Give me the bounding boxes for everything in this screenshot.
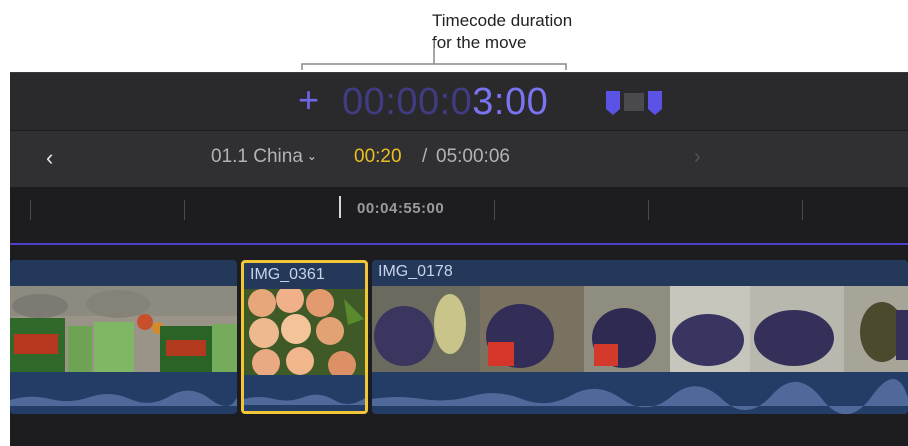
callout-bracket xyxy=(301,40,567,70)
playhead[interactable] xyxy=(339,196,341,218)
timeline-clip[interactable] xyxy=(10,260,237,414)
timeline-ruler[interactable]: 00:04:55:00 xyxy=(10,188,908,228)
chevron-right-icon[interactable]: › xyxy=(694,146,701,169)
vegetables-thumbnail xyxy=(10,286,237,372)
timeline-clip[interactable]: IMG_0178 xyxy=(372,260,908,414)
chevron-down-icon: ⌄ xyxy=(306,149,317,163)
peaches-thumbnail xyxy=(244,289,365,375)
clip-thumbnails xyxy=(372,286,908,372)
chevron-left-icon[interactable]: ‹ xyxy=(46,145,66,170)
timecode-value[interactable]: 00:00:03:00 xyxy=(342,81,548,124)
clip-thumbnails xyxy=(244,289,365,375)
callout-annotation: Timecode duration for the move xyxy=(0,0,908,72)
ruler-tick xyxy=(648,200,649,220)
timecode-separator: / xyxy=(422,146,428,167)
timecode-entry-bar[interactable]: + 00:00:03:00 xyxy=(10,72,908,131)
move-clip-icon xyxy=(606,91,662,115)
timecode-operator: + xyxy=(298,79,320,120)
grapes-thumbnail xyxy=(372,286,908,372)
ruler-tick xyxy=(494,200,495,220)
current-timecode: 00:20 xyxy=(354,146,402,167)
project-selector[interactable]: 01.1 China ⌄ xyxy=(211,146,317,168)
ruler-tick xyxy=(30,200,31,220)
clip-title: IMG_0178 xyxy=(378,263,453,280)
project-navigation-bar: ‹ 01.1 China ⌄ 00:20 / 05:00:06 › xyxy=(10,130,908,245)
ruler-timecode: 00:04:55:00 xyxy=(357,200,445,217)
timeline-editor: + 00:00:03:00 ‹ 01.1 China ⌄ 00:20 / 05:0… xyxy=(10,72,908,446)
project-name: 01.1 China xyxy=(211,146,303,167)
ruler-tick xyxy=(184,200,185,220)
clip-thumbnails xyxy=(10,286,237,372)
timecode-dim-digits: 00:00:0 xyxy=(342,81,473,123)
nav-divider xyxy=(10,243,908,245)
audio-waveform xyxy=(372,372,908,414)
clip-title: IMG_0361 xyxy=(250,266,325,283)
ruler-tick xyxy=(802,200,803,220)
selected-timeline-clip[interactable]: IMG_0361 xyxy=(241,260,368,414)
audio-waveform xyxy=(10,372,237,414)
audio-waveform xyxy=(244,375,365,411)
total-duration: 05:00:06 xyxy=(436,146,510,167)
timecode-entered-digits: 3:00 xyxy=(472,81,549,123)
